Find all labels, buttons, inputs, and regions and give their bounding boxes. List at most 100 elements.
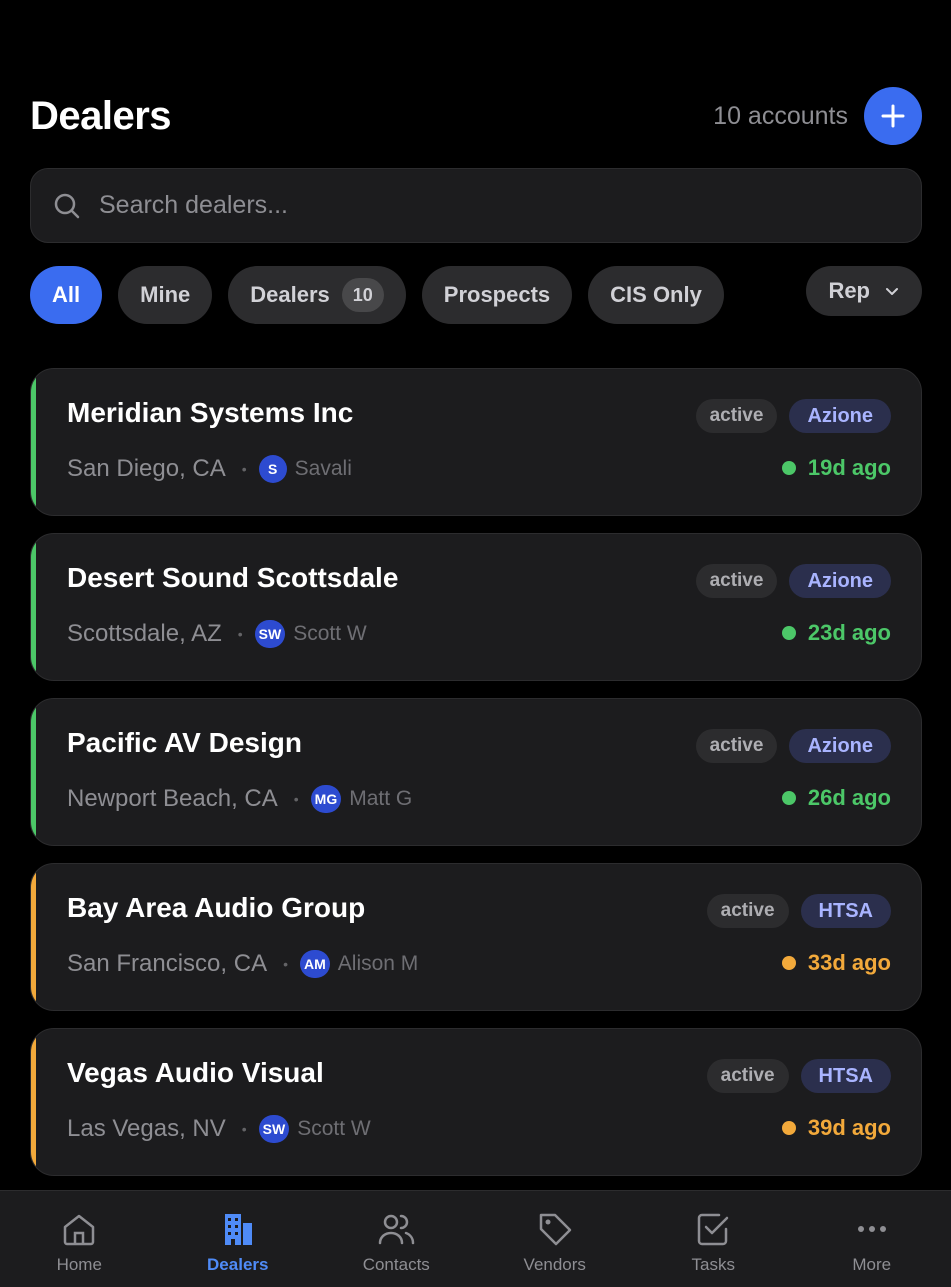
tab-home[interactable]: Home [0,1191,159,1287]
tab-label: Vendors [523,1255,586,1274]
status-badge: active [695,729,778,763]
chip-label: Mine [140,282,191,307]
filter-chip-cis-only[interactable]: CIS Only [588,266,724,324]
dealer-card[interactable]: Bay Area Audio Group active HTSA San Fra… [30,863,922,1011]
users-icon [379,1214,415,1245]
filter-chip-dealers[interactable]: Dealers 10 [228,266,406,324]
dealer-location: San Francisco, CA [67,950,268,977]
dealer-name: Vegas Audio Visual [67,1057,324,1088]
last-activity-text: 23d ago [807,620,891,645]
page-title: Dealers [30,93,172,138]
rep-dropdown-label: Rep [828,278,870,303]
search-input[interactable] [99,191,799,220]
rep-name: Matt G [349,787,413,810]
dealer-tags: active HTSA [706,894,891,928]
vendor-badge: Azione [789,729,891,763]
dealer-card[interactable]: Meridian Systems Inc active Azione San D… [30,368,922,516]
tab-vendors[interactable]: Vendors [476,1191,635,1287]
chip-label: CIS Only [610,282,702,307]
dealer-location: Newport Beach, CA [67,785,278,812]
dealer-meta: San Diego, CA • S Savali [67,455,352,483]
last-activity-text: 39d ago [807,1115,891,1140]
chip-label: Prospects [443,282,551,307]
checkbox-icon [698,1213,729,1246]
home-icon [64,1214,95,1246]
vendor-badge: HTSA [800,894,891,928]
dealer-card[interactable]: Pacific AV Design active Azione Newport … [30,698,922,846]
dealer-meta: Scottsdale, AZ • SW Scott W [67,620,367,648]
chevron-down-icon [886,288,898,295]
last-activity: 39d ago [781,1115,891,1141]
separator: • [241,461,247,477]
building-icon [224,1214,252,1245]
dealer-name: Desert Sound Scottsdale [67,562,399,593]
dealer-tags: active Azione [695,729,891,763]
dealer-location: Scottsdale, AZ [67,620,222,647]
add-dealer-button[interactable] [864,87,922,145]
dealer-tags: active Azione [695,564,891,598]
separator: • [241,1121,247,1137]
separator: • [293,791,299,807]
separator: • [283,956,288,972]
bottom-tab-bar: Home Dealers Contacts Vendors Tasks More [0,1190,951,1287]
header: Dealers 10 accounts [30,86,922,146]
last-activity: 19d ago [781,455,891,481]
account-count: 10 accounts [713,101,848,130]
dealer-meta: Las Vegas, NV • SW Scott W [67,1115,371,1143]
dealer-name: Bay Area Audio Group [67,892,366,923]
activity-dot [781,956,796,970]
status-badge: active [706,894,789,928]
tab-tasks[interactable]: Tasks [634,1191,793,1287]
dealer-card[interactable]: Vegas Audio Visual active HTSA Las Vegas… [30,1028,922,1176]
activity-dot [781,1121,796,1135]
dealer-location: Las Vegas, NV [67,1115,226,1142]
last-activity-text: 19d ago [807,455,891,480]
dealer-card[interactable]: Desert Sound Scottsdale active Azione Sc… [30,533,922,681]
tab-contacts[interactable]: Contacts [317,1191,476,1287]
filter-chip-prospects[interactable]: Prospects [421,266,573,324]
plus-icon [881,104,905,128]
tag-icon [539,1213,571,1246]
status-accent-bar [31,1029,36,1175]
status-badge: active [706,1059,789,1093]
header-actions: 10 accounts [713,87,922,145]
last-activity: 23d ago [781,620,891,646]
last-activity: 26d ago [781,785,891,811]
vendor-badge: Azione [789,399,891,433]
filter-bar: All Mine Dealers 10 Prospects CIS Only Re… [30,266,922,324]
last-activity-text: 33d ago [807,950,891,975]
status-accent-bar [31,369,36,515]
filter-chip-mine[interactable]: Mine [118,266,213,324]
dealer-meta: Newport Beach, CA • MG Matt G [67,785,412,813]
tab-dealers[interactable]: Dealers [159,1191,318,1287]
dealers-count-badge: 10 [341,278,384,312]
search-icon [54,193,80,218]
status-accent-bar [31,699,36,845]
rep-name: Savali [294,457,352,480]
status-accent-bar [31,864,36,1010]
tab-label: Tasks [691,1255,735,1274]
dealer-name: Meridian Systems Inc [67,397,354,428]
filter-chip-all[interactable]: All [30,266,103,324]
dealer-name: Pacific AV Design [67,727,302,758]
dealer-list: Meridian Systems Inc active Azione San D… [30,368,922,1193]
rep-name: Alison M [337,952,419,975]
dealer-location: San Diego, CA [67,455,226,482]
vendor-badge: Azione [789,564,891,598]
avatar: S [258,455,287,483]
chip-label: All [52,282,81,307]
tab-label: Contacts [362,1255,430,1274]
avatar: AM [299,950,330,978]
chip-label: Dealers [250,282,330,307]
rep-dropdown[interactable]: Rep [806,266,922,316]
more-icon [857,1226,886,1232]
tab-label: Dealers [207,1255,269,1274]
dealer-tags: active HTSA [706,1059,891,1093]
tab-more[interactable]: More [793,1191,951,1287]
rep-name: Scott W [293,622,367,645]
dealer-meta: San Francisco, CA • AM Alison M [67,950,418,978]
avatar: SW [254,620,286,648]
search-bar[interactable] [30,168,922,243]
status-accent-bar [31,534,36,680]
rep-name: Scott W [297,1117,371,1140]
